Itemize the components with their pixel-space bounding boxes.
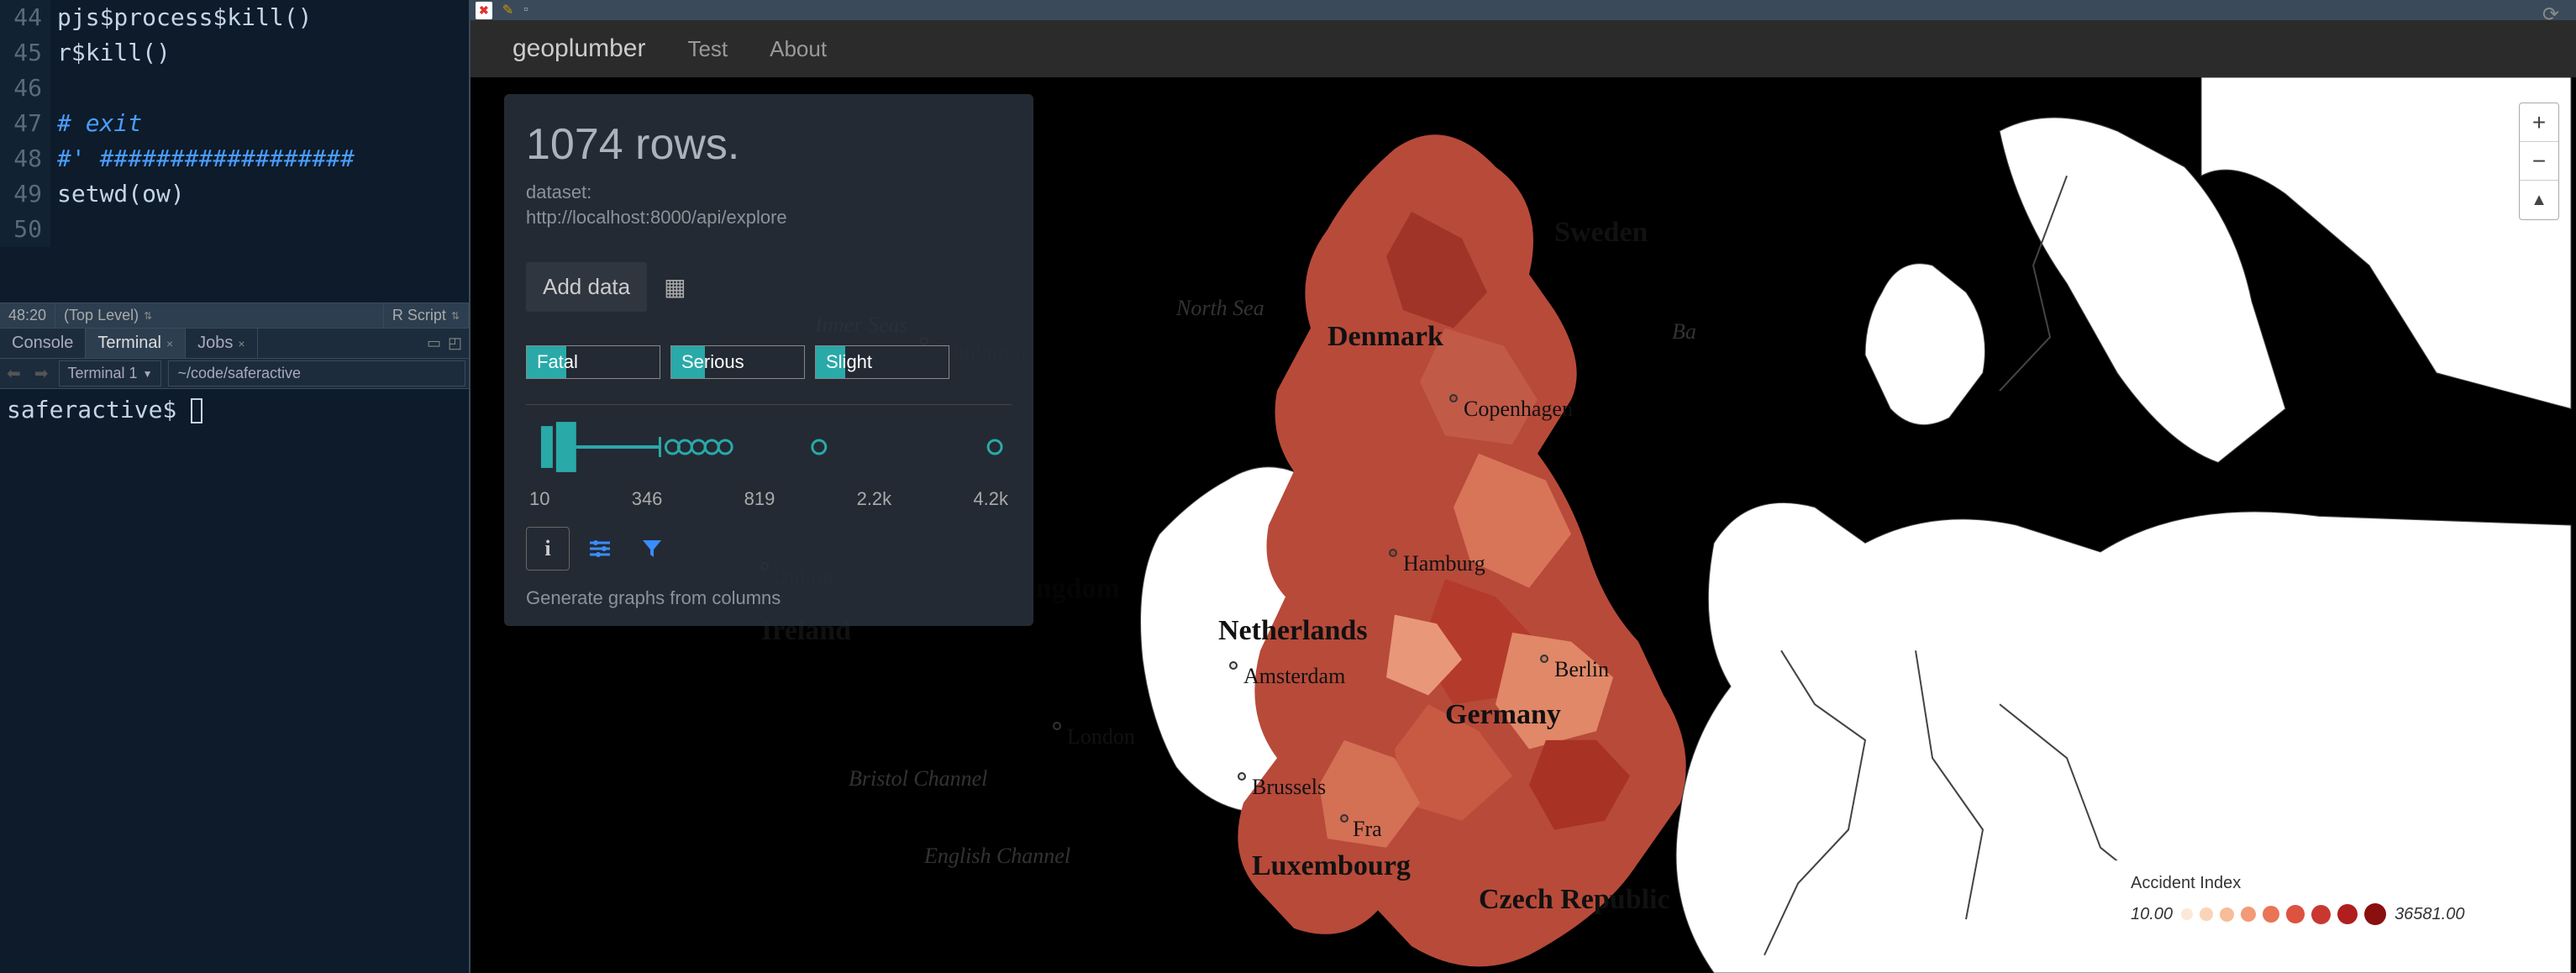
severity-fatal[interactable]: Fatal [526, 345, 660, 379]
boxplot-axis: 10 346 819 2.2k 4.2k [526, 488, 1012, 510]
scope-dropdown[interactable]: (Top Level) ⇅ [55, 303, 384, 328]
code-line[interactable]: 46 [0, 71, 469, 106]
map[interactable]: 1074 rows. dataset: http://localhost:800… [471, 77, 2576, 973]
tab-console[interactable]: Console [0, 329, 86, 358]
sliders-icon[interactable] [578, 527, 622, 571]
nav-test[interactable]: Test [687, 36, 728, 62]
terminal[interactable]: saferactive$ [0, 389, 469, 973]
terminal-path[interactable]: ~/code/saferactive [168, 360, 465, 387]
city-dot [1340, 814, 1348, 823]
data-panel: 1074 rows. dataset: http://localhost:800… [504, 94, 1033, 626]
legend-dot [2364, 903, 2386, 925]
terminal-prompt: saferactive$ [7, 396, 191, 423]
legend-max: 36581.00 [2395, 905, 2464, 924]
city-dot [1053, 722, 1061, 730]
tick: 2.2k [857, 488, 892, 510]
window-toolbar: ✖ ✎ ▫ [471, 0, 2576, 20]
city-dot [1389, 549, 1397, 557]
app-navbar: geoplumber Test About [471, 20, 2576, 77]
city-dot [1540, 655, 1548, 663]
row-count: 1074 rows. [526, 119, 1012, 170]
zoom-in-button[interactable]: + [2520, 103, 2558, 142]
legend-dot [2286, 905, 2305, 923]
legend-min: 10.00 [2131, 905, 2173, 924]
reset-bearing-button[interactable]: ▲ [2520, 181, 2558, 219]
severity-serious[interactable]: Serious [670, 345, 805, 379]
severity-filters: Fatal Serious Slight [526, 345, 1012, 379]
tick: 819 [744, 488, 775, 510]
dropdown-icon: ⇅ [144, 310, 152, 322]
code-line[interactable]: 49setwd(ow) [0, 176, 469, 212]
code-line[interactable]: 47# exit [0, 106, 469, 141]
legend-dot [2220, 907, 2234, 922]
window-icon[interactable]: ▫ [523, 3, 528, 18]
close-icon[interactable]: × [238, 337, 244, 350]
filetype-dropdown[interactable]: R Script ⇅ [384, 303, 469, 328]
filter-icon[interactable] [630, 527, 674, 571]
scope-label: (Top Level) [64, 307, 139, 324]
legend-dots [2181, 903, 2386, 925]
dataset-label: dataset: [526, 181, 1012, 203]
dataset-url: http://localhost:8000/api/explore [526, 207, 1012, 229]
table-icon[interactable]: ▦ [664, 273, 686, 301]
tab-terminal[interactable]: Terminal× [86, 329, 186, 358]
legend-dot [2337, 904, 2358, 925]
terminal-toolbar: ⬅ ➡ Terminal 1 ▼ ~/code/saferactive [0, 359, 469, 389]
legend-dot [2181, 908, 2193, 920]
tick: 346 [632, 488, 663, 510]
legend-dot [2263, 906, 2279, 923]
close-icon[interactable]: × [166, 337, 173, 350]
add-data-button[interactable]: Add data [526, 262, 647, 312]
rstudio-pane: 44pjs$process$kill()45r$kill()4647# exit… [0, 0, 471, 973]
cursor-position[interactable]: 48:20 [0, 303, 55, 328]
boxplot[interactable] [526, 404, 1012, 480]
tick: 4.2k [973, 488, 1008, 510]
chevron-down-icon: ▼ [143, 368, 153, 380]
maximize-icon[interactable]: ◰ [448, 334, 462, 352]
brand[interactable]: geoplumber [513, 34, 645, 63]
city-dot [1449, 394, 1458, 402]
console-tabs: ConsoleTerminal×Jobs× ▭ ◰ [0, 328, 469, 359]
zoom-controls: + − ▲ [2519, 103, 2559, 220]
legend-dot [2311, 905, 2331, 924]
zoom-out-button[interactable]: − [2520, 142, 2558, 181]
browser-pane: ✖ ✎ ▫ ⟳ geoplumber Test About [471, 0, 2576, 973]
code-line[interactable]: 50 [0, 212, 469, 247]
legend: Accident Index 10.00 36581.00 [2114, 860, 2559, 944]
dropdown-icon: ⇅ [451, 310, 460, 322]
close-window-icon[interactable]: ✖ [476, 2, 492, 19]
severity-slight[interactable]: Slight [815, 345, 949, 379]
city-dot [1238, 772, 1246, 781]
nav-about[interactable]: About [770, 36, 827, 62]
tick: 10 [529, 488, 549, 510]
refresh-icon[interactable]: ⟳ [2542, 3, 2559, 27]
city-dot [1229, 661, 1238, 670]
legend-dot [2241, 907, 2257, 923]
minimize-icon[interactable]: ▭ [427, 334, 441, 352]
terminal-path-label: ~/code/saferactive [177, 365, 301, 382]
cursor [191, 398, 202, 423]
nav-back-icon[interactable]: ⬅ [0, 360, 28, 387]
code-line[interactable]: 48#' ################## [0, 141, 469, 176]
legend-dot [2200, 907, 2213, 921]
code-line[interactable]: 44pjs$process$kill() [0, 0, 469, 35]
code-editor[interactable]: 44pjs$process$kill()45r$kill()4647# exit… [0, 0, 469, 302]
terminal-name: Terminal 1 [68, 365, 138, 382]
legend-title: Accident Index [2131, 874, 2542, 893]
tab-jobs[interactable]: Jobs× [186, 329, 257, 358]
terminal-selector[interactable]: Terminal 1 ▼ [59, 360, 162, 387]
brush-icon[interactable]: ✎ [502, 2, 513, 18]
hint-text: Generate graphs from columns [526, 587, 1012, 609]
filetype-label: R Script [392, 307, 446, 324]
info-button[interactable]: i [526, 527, 570, 571]
editor-status-bar: 48:20 (Top Level) ⇅ R Script ⇅ [0, 302, 469, 328]
nav-forward-icon[interactable]: ➡ [28, 360, 55, 387]
code-line[interactable]: 45r$kill() [0, 35, 469, 71]
